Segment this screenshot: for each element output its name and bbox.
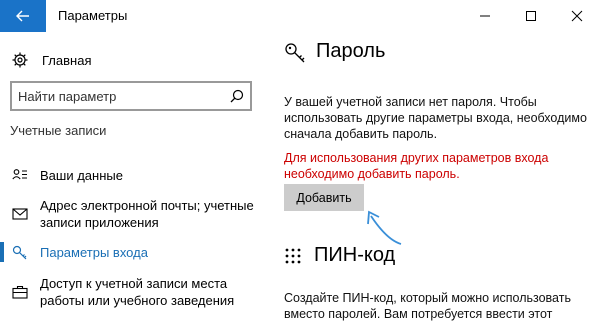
close-button[interactable]	[554, 0, 600, 32]
settings-window: Параметры Главная Найти параметр Учетные…	[0, 0, 600, 324]
sidebar-item-work-access[interactable]: Доступ к учетной записи места работы или…	[0, 274, 262, 310]
briefcase-icon	[12, 285, 28, 299]
search-placeholder: Найти параметр	[18, 89, 117, 104]
pin-section-header: ПИН-код	[284, 244, 395, 267]
sidebar-item-email[interactable]: Адрес электронной почты; учетные записи …	[0, 196, 262, 232]
sidebar-item-sign-in-options[interactable]: Параметры входа	[0, 242, 262, 262]
main-content: Пароль У вашей учетной записи нет пароля…	[262, 32, 600, 324]
sidebar-item-label: Ваши данные	[40, 168, 123, 183]
sidebar-item-label: Адрес электронной почты; учетные записи …	[40, 198, 254, 230]
close-icon	[571, 10, 583, 22]
back-arrow-icon	[16, 10, 29, 22]
pin-heading: ПИН-код	[314, 244, 396, 266]
sidebar-item-your-info[interactable]: Ваши данные	[0, 165, 262, 185]
title-bar: Параметры	[0, 0, 600, 32]
maximize-button[interactable]	[508, 0, 554, 32]
sidebar: Главная Найти параметр Учетные записи Ва…	[0, 32, 262, 324]
password-heading: Пароль	[316, 40, 386, 62]
search-input[interactable]: Найти параметр	[10, 81, 252, 111]
password-description: У вашей учетной записи нет пароля. Чтобы…	[284, 95, 587, 141]
back-button[interactable]	[0, 0, 46, 32]
mail-icon	[12, 208, 28, 220]
keypad-icon	[285, 248, 301, 263]
add-password-button[interactable]: Добавить	[284, 184, 364, 211]
section-title: Учетные записи	[10, 123, 107, 138]
search-icon	[230, 89, 244, 103]
minimize-button[interactable]	[462, 0, 508, 32]
maximize-icon	[526, 11, 536, 21]
person-card-icon	[12, 169, 27, 180]
minimize-icon	[480, 15, 490, 17]
home-link[interactable]: Главная	[12, 52, 91, 68]
pin-description: Создайте ПИН-код, который можно использо…	[284, 291, 571, 321]
window-title: Параметры	[58, 8, 128, 23]
gear-icon	[12, 52, 28, 68]
sidebar-item-label: Доступ к учетной записи места работы или…	[40, 276, 235, 308]
password-section-header: Пароль	[284, 40, 385, 63]
key-icon	[12, 245, 27, 260]
password-warning: Для использования других параметров вход…	[284, 151, 549, 181]
home-label: Главная	[42, 52, 92, 68]
key-icon	[285, 42, 305, 62]
sidebar-item-label: Параметры входа	[40, 245, 148, 260]
